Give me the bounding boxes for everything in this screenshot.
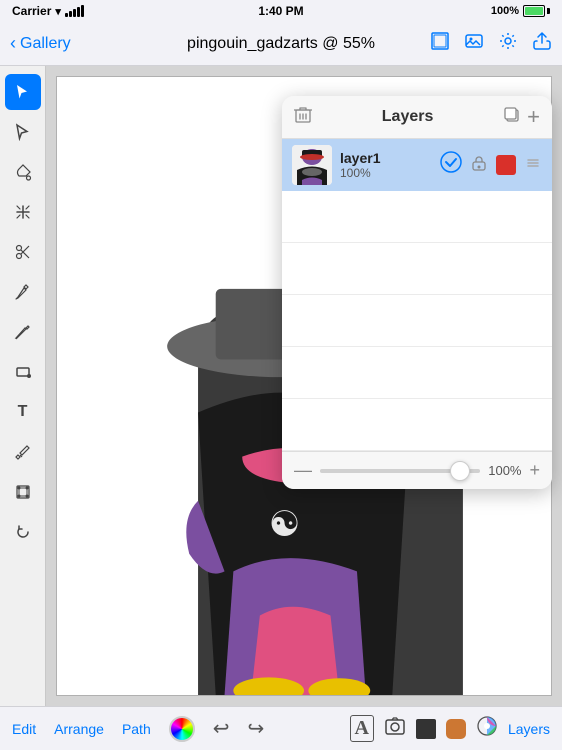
layer-visibility-icon[interactable] — [440, 151, 462, 179]
layer-opacity: 100% — [340, 166, 432, 180]
empty-row-3 — [282, 295, 552, 347]
back-chevron-icon: ‹ — [10, 33, 16, 54]
shape-square-icon[interactable] — [416, 719, 436, 739]
gallery-back-label[interactable]: Gallery — [20, 35, 71, 53]
wifi-icon: ▾ — [55, 5, 61, 18]
layers-header-icons — [294, 106, 312, 129]
zoom-slider-thumb[interactable] — [450, 461, 470, 481]
zoom-plus-icon[interactable]: + — [529, 460, 540, 481]
nav-actions — [430, 31, 552, 57]
status-bar: Carrier ▾ 1:40 PM 100% — [0, 0, 562, 22]
transform-tool[interactable] — [5, 194, 41, 230]
pen-tool[interactable] — [5, 274, 41, 310]
empty-row-4 — [282, 347, 552, 399]
select-tool[interactable] — [5, 74, 41, 110]
color-palette-icon[interactable] — [476, 715, 498, 742]
delete-layer-icon[interactable] — [294, 106, 312, 129]
pencil-tool[interactable] — [5, 314, 41, 350]
zoom-slider-track[interactable] — [320, 469, 480, 473]
layer-color-swatch[interactable] — [496, 155, 516, 175]
layers-zoom-bar: — 100% + — [282, 451, 552, 489]
status-right: 100% — [491, 5, 550, 17]
svg-text:☯: ☯ — [269, 505, 301, 544]
eyedropper-tool[interactable] — [5, 434, 41, 470]
layer-item[interactable]: layer1 100% — [282, 139, 552, 191]
battery-icon — [523, 5, 550, 17]
rotate-tool[interactable] — [5, 514, 41, 550]
crop-tool[interactable] — [5, 474, 41, 510]
empty-layers — [282, 191, 552, 451]
main-area: T — [0, 66, 562, 706]
layers-panel: Layers + — [282, 96, 552, 489]
layer-thumbnail — [292, 145, 332, 185]
add-layer-icon[interactable]: + — [527, 104, 540, 130]
top-nav: ‹ Gallery pingouin_gadzarts @ 55% — [0, 22, 562, 66]
battery-pct: 100% — [491, 5, 519, 17]
battery-tip — [547, 8, 550, 14]
layers-header: Layers + — [282, 96, 552, 139]
battery-fill — [525, 7, 543, 15]
settings-icon[interactable] — [498, 31, 518, 57]
subselect-tool[interactable] — [5, 114, 41, 150]
layer-drag-handle[interactable] — [524, 154, 542, 177]
edit-button[interactable]: Edit — [12, 721, 36, 737]
signal-bars — [65, 5, 84, 17]
bar3 — [73, 9, 76, 17]
layer-controls — [440, 151, 542, 179]
bottom-left-actions: Edit Arrange Path ↩ ↪ — [12, 716, 264, 742]
empty-row-5 — [282, 399, 552, 451]
bottom-right-actions: A Layers — [350, 715, 550, 743]
canvas-area[interactable]: 𝕸 ⚡ — [46, 66, 562, 706]
bar1 — [65, 13, 68, 17]
redo-button[interactable]: ↪ — [248, 716, 265, 741]
scissors-tool[interactable] — [5, 234, 41, 270]
path-button[interactable]: Path — [122, 721, 151, 737]
shape-rounded-icon[interactable] — [446, 719, 466, 739]
undo-button[interactable]: ↩ — [213, 716, 230, 741]
frame-icon[interactable] — [430, 31, 450, 57]
document-title: pingouin_gadzarts @ 55% — [187, 35, 375, 53]
nav-back[interactable]: ‹ Gallery — [10, 33, 71, 54]
layer-name: layer1 — [340, 150, 432, 166]
layer-lock-icon[interactable] — [470, 154, 488, 177]
layers-button[interactable]: Layers — [508, 721, 550, 737]
left-toolbar: T — [0, 66, 46, 706]
status-time: 1:40 PM — [258, 4, 303, 18]
layers-panel-actions: + — [503, 104, 540, 130]
status-left: Carrier ▾ — [12, 4, 84, 18]
layer-info: layer1 100% — [340, 150, 432, 180]
empty-row-2 — [282, 243, 552, 295]
text-style-icon[interactable]: A — [350, 715, 374, 742]
image-icon[interactable] — [464, 31, 484, 57]
paint-bucket-tool[interactable] — [5, 154, 41, 190]
bar2 — [69, 11, 72, 17]
rectangle-tool[interactable] — [5, 354, 41, 390]
zoom-minus-icon[interactable]: — — [294, 460, 312, 481]
text-tool[interactable]: T — [5, 394, 41, 430]
layers-panel-title: Layers — [382, 108, 434, 126]
color-picker-button[interactable] — [169, 716, 195, 742]
duplicate-layer-icon[interactable] — [503, 106, 521, 129]
battery-body — [523, 5, 545, 17]
carrier-label: Carrier — [12, 4, 51, 18]
empty-row-1 — [282, 191, 552, 243]
bar4 — [77, 7, 80, 17]
arrange-button[interactable]: Arrange — [54, 721, 104, 737]
bar5 — [81, 5, 84, 17]
bottom-toolbar: Edit Arrange Path ↩ ↪ A Layers — [0, 706, 562, 750]
zoom-percentage: 100% — [488, 463, 521, 478]
share-icon[interactable] — [532, 31, 552, 57]
camera-icon[interactable] — [384, 715, 406, 743]
